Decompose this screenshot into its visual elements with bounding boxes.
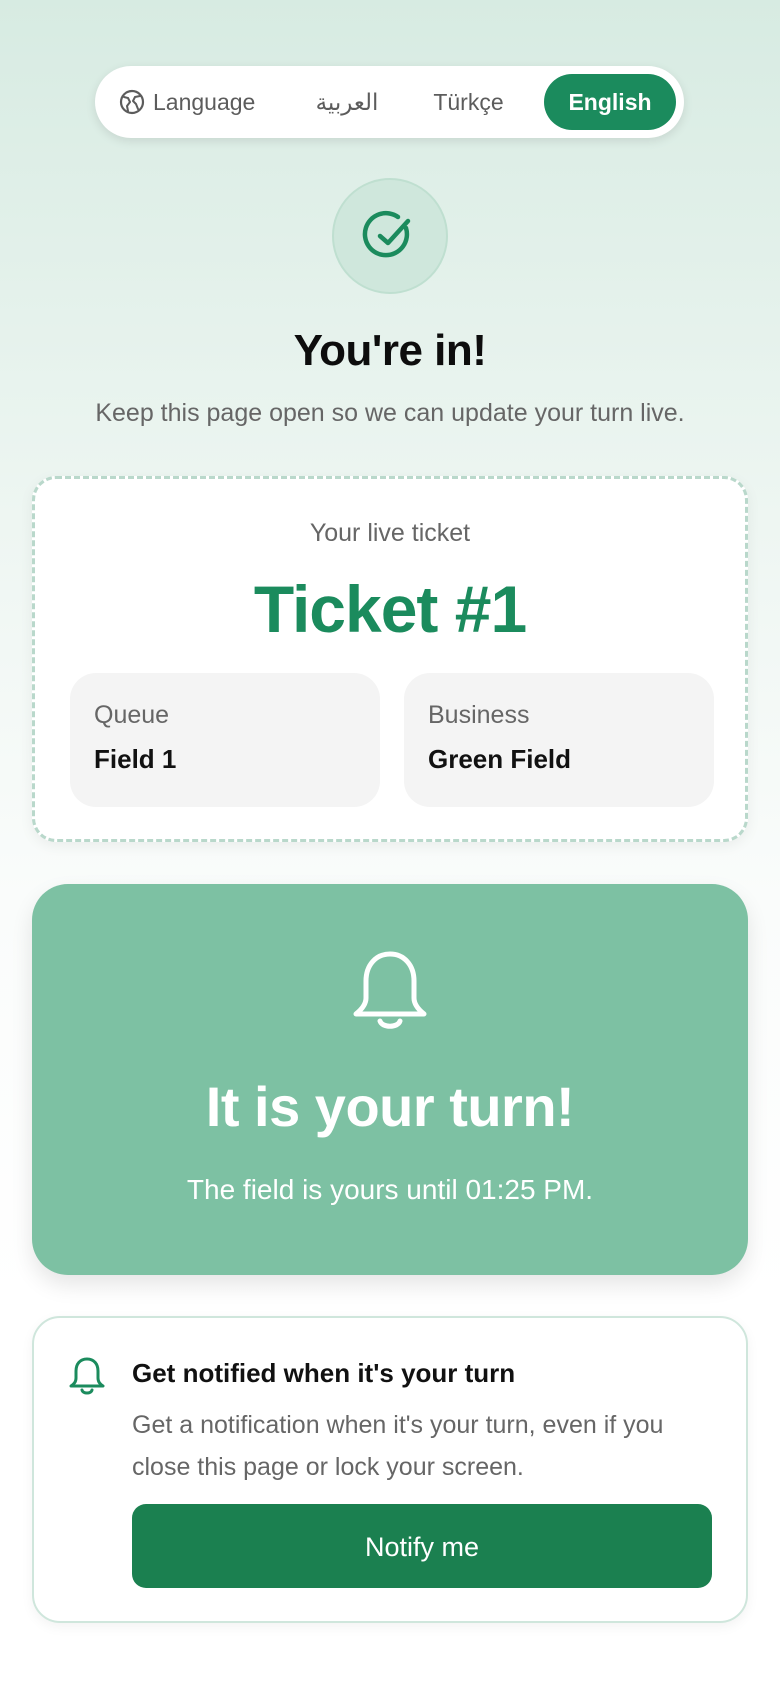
notify-description: Get a notification when it's your turn, … bbox=[132, 1411, 664, 1481]
language-label-text: Language bbox=[153, 88, 256, 115]
language-option-arabic[interactable]: العربية bbox=[277, 89, 411, 116]
bell-icon bbox=[346, 948, 434, 1036]
queue-value: Field 1 bbox=[94, 744, 177, 774]
turn-status-card: It is your turn! The field is yours unti… bbox=[32, 884, 748, 1275]
business-value: Green Field bbox=[428, 744, 572, 774]
language-label: Language bbox=[119, 89, 277, 116]
page-title: You're in! bbox=[293, 326, 487, 375]
turn-message: The field is yours until 01:25 PM. bbox=[186, 1174, 594, 1205]
check-circle-badge bbox=[332, 178, 448, 294]
business-label: Business bbox=[428, 701, 530, 729]
language-option-english[interactable]: English bbox=[544, 74, 676, 130]
bell-icon bbox=[68, 1356, 106, 1396]
queue-label: Queue bbox=[94, 701, 170, 729]
language-option-turkish[interactable]: Türkçe bbox=[411, 89, 526, 116]
language-selector: Language العربية Türkçe English bbox=[95, 66, 684, 138]
queue-info: Queue Field 1 bbox=[70, 673, 380, 807]
notify-card: Get notified when it's your turn Get a n… bbox=[32, 1316, 748, 1623]
notify-title: Get notified when it's your turn bbox=[132, 1358, 516, 1388]
notify-me-button[interactable]: Notify me bbox=[132, 1504, 712, 1588]
ticket-card: Your live ticket Ticket #1 Queue Field 1… bbox=[32, 476, 748, 842]
page-subtitle: Keep this page open so we can update you… bbox=[95, 399, 685, 427]
business-info: Business Green Field bbox=[404, 673, 714, 807]
turn-title: It is your turn! bbox=[205, 1075, 575, 1138]
ticket-number: Ticket #1 bbox=[253, 572, 527, 646]
globe-icon bbox=[119, 89, 145, 115]
ticket-caption: Your live ticket bbox=[309, 519, 471, 547]
check-circle-icon bbox=[362, 208, 418, 264]
